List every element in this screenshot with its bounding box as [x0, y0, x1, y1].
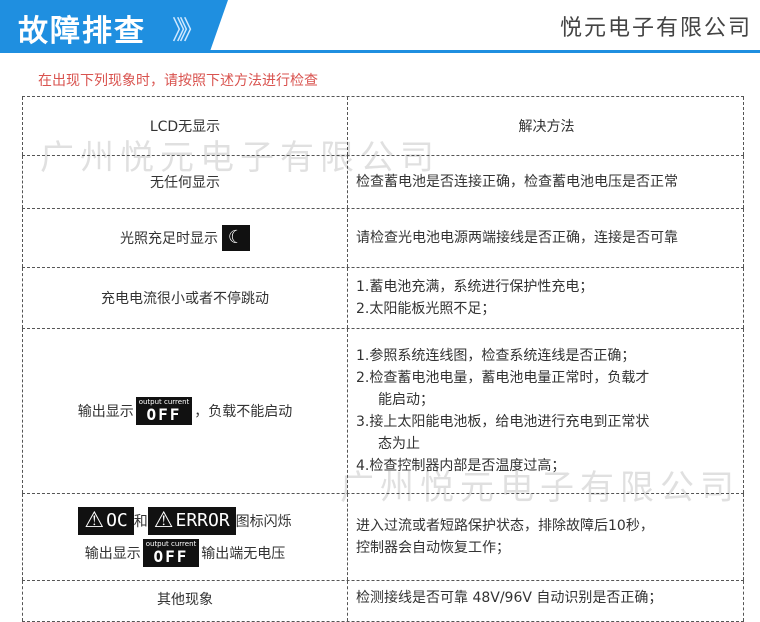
troubleshooting-table: LCD无显示 解决方法 无任何显示 检查蓄电池是否连接正确，检查蓄电池电压是否正…	[22, 96, 744, 622]
table-row: 充电电流很小或者不停跳动 1.蓄电池充满，系统进行保护性充电； 2.太阳能板光照…	[22, 267, 744, 328]
moon-icon: ☾	[222, 225, 250, 251]
lcd-off-display: output current OFF	[135, 397, 193, 425]
issue-cell: ⚠ OC 和 ⚠ ERROR 图标闪烁 输出显示 output current …	[22, 494, 347, 580]
warning-triangle-icon: ⚠	[84, 508, 105, 533]
issue-cell: 输出显示 output current OFF ，负载不能启动	[22, 329, 347, 493]
header-divider	[0, 50, 760, 53]
solution-cell: 检测接线是否可靠 48V/96V 自动识别是否正确；	[347, 581, 744, 621]
page-title: 故障排查	[18, 14, 146, 49]
issue-cell: 其他现象	[22, 581, 347, 621]
overcurrent-badge: ⚠ OC	[78, 507, 134, 535]
issue-cell: 无任何显示	[22, 156, 347, 208]
solution-cell: 进入过流或者短路保护状态，排除故障后10秒， 控制器会自动恢复工作；	[347, 494, 744, 580]
lcd-off-display: output current OFF	[142, 539, 200, 567]
table-row: 输出显示 output current OFF ，负载不能启动 1.参照系统连线…	[22, 328, 744, 493]
column-header-issue: LCD无显示	[22, 97, 347, 155]
table-row: 无任何显示 检查蓄电池是否连接正确，检查蓄电池电压是否正常	[22, 155, 744, 208]
table-header-row: LCD无显示 解决方法	[22, 96, 744, 155]
company-name: 悦元电子有限公司	[559, 16, 752, 41]
column-header-solution: 解决方法	[518, 119, 575, 135]
solution-cell: 1.参照系统连线图，检查系统连线是否正确； 2.检查蓄电池电量，蓄电池电量正常时…	[347, 329, 744, 493]
solution-cell: 1.蓄电池充满，系统进行保护性充电； 2.太阳能板光照不足；	[347, 268, 744, 328]
warning-triangle-icon: ⚠	[153, 508, 174, 533]
issue-cell: 充电电流很小或者不停跳动	[22, 268, 347, 328]
issue-cell: 光照充足时显示 ☾	[22, 209, 347, 267]
error-badge: ⚠ ERROR	[147, 507, 236, 535]
instruction-text: 在出现下列现象时，请按照下述方法进行检查	[38, 73, 318, 89]
solution-cell: 请检查光电池电源两端接线是否正确，连接是否可靠	[347, 209, 744, 267]
table-row: 其他现象 检测接线是否可靠 48V/96V 自动识别是否正确；	[22, 580, 744, 622]
solution-cell: 检查蓄电池是否连接正确，检查蓄电池电压是否正常	[347, 156, 744, 208]
double-chevron-icon: 》》	[172, 16, 205, 46]
header-banner: 故障排查 》》 悦元电子有限公司	[0, 0, 760, 53]
table-row: 光照充足时显示 ☾ 请检查光电池电源两端接线是否正确，连接是否可靠	[22, 208, 744, 267]
table-row: ⚠ OC 和 ⚠ ERROR 图标闪烁 输出显示 output current …	[22, 493, 744, 580]
